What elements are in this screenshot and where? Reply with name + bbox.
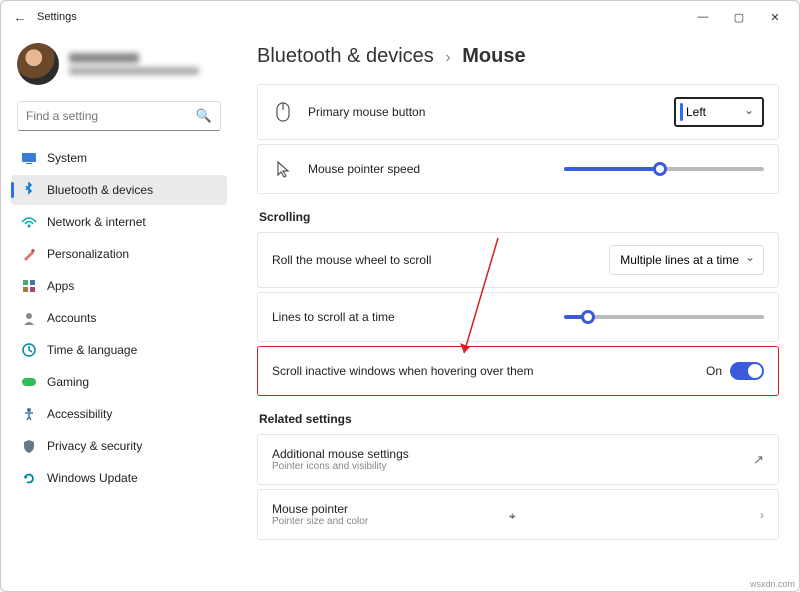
titlebar: ← Settings — ▢ ✕ xyxy=(1,1,799,33)
sidebar-item-label: Personalization xyxy=(47,247,129,261)
sidebar-item-update[interactable]: Windows Update xyxy=(11,463,227,493)
mouse-pointer-label: Mouse pointer xyxy=(272,502,368,516)
additional-mouse-settings-row[interactable]: Additional mouse settings Pointer icons … xyxy=(257,434,779,485)
sidebar-item-label: Accounts xyxy=(47,311,96,325)
personalization-icon xyxy=(21,246,37,262)
additional-sub: Pointer icons and visibility xyxy=(272,461,409,472)
sidebar-item-gaming[interactable]: Gaming xyxy=(11,367,227,397)
network-icon xyxy=(21,214,37,230)
maximize-button[interactable]: ▢ xyxy=(721,4,757,30)
external-link-icon: ↗ xyxy=(753,452,764,468)
sidebar-item-bluetooth[interactable]: Bluetooth & devices xyxy=(11,175,227,205)
search-icon: 🔍 xyxy=(196,108,212,124)
sidebar-item-accessibility[interactable]: Accessibility xyxy=(11,399,227,429)
scroll-inactive-label: Scroll inactive windows when hovering ov… xyxy=(272,364,533,378)
window-controls: — ▢ ✕ xyxy=(685,4,793,30)
mouse-icon xyxy=(272,102,294,122)
accessibility-icon xyxy=(21,406,37,422)
lines-label: Lines to scroll at a time xyxy=(272,310,395,324)
settings-window: ← Settings — ▢ ✕ 🔍 Syst xyxy=(0,0,800,592)
time-icon xyxy=(21,342,37,358)
privacy-icon xyxy=(21,438,37,454)
sidebar-item-label: Time & language xyxy=(47,343,137,357)
sidebar-item-label: Apps xyxy=(47,279,74,293)
cursor-icon xyxy=(272,160,294,178)
sidebar-item-system[interactable]: System xyxy=(11,143,227,173)
chevron-right-icon: › xyxy=(760,508,764,522)
roll-wheel-label: Roll the mouse wheel to scroll xyxy=(272,253,431,267)
toggle-state-label: On xyxy=(706,364,722,378)
primary-button-label: Primary mouse button xyxy=(308,105,425,119)
sidebar-item-label: Privacy & security xyxy=(47,439,142,453)
mouse-pointer-row[interactable]: Mouse pointer Pointer size and color › xyxy=(257,489,779,540)
sidebar-item-personalization[interactable]: Personalization xyxy=(11,239,227,269)
pointer-speed-label: Mouse pointer speed xyxy=(308,162,420,176)
roll-wheel-row: Roll the mouse wheel to scroll Multiple … xyxy=(257,232,779,288)
nav: System Bluetooth & devices Network & int… xyxy=(11,143,227,493)
profile-text xyxy=(69,53,199,75)
roll-wheel-select[interactable]: Multiple lines at a time xyxy=(609,245,764,275)
sidebar-item-label: Bluetooth & devices xyxy=(47,183,153,197)
sidebar-item-network[interactable]: Network & internet xyxy=(11,207,227,237)
breadcrumb-current: Mouse xyxy=(462,45,525,67)
breadcrumb-parent[interactable]: Bluetooth & devices xyxy=(257,45,434,67)
mouse-pointer-sub: Pointer size and color xyxy=(272,516,368,527)
related-section-header: Related settings xyxy=(259,412,779,426)
sidebar-item-label: Accessibility xyxy=(47,407,112,421)
apps-icon xyxy=(21,278,37,294)
sidebar-item-privacy[interactable]: Privacy & security xyxy=(11,431,227,461)
primary-mouse-button-row: Primary mouse button Left xyxy=(257,84,779,140)
watermark: wsxdn.com xyxy=(750,579,795,589)
sidebar-item-label: Windows Update xyxy=(47,471,138,485)
back-button[interactable]: ← xyxy=(7,4,33,30)
profile[interactable] xyxy=(11,39,227,97)
minimize-button[interactable]: — xyxy=(685,4,721,30)
sidebar: 🔍 System Bluetooth & devices Network & i… xyxy=(1,33,237,591)
update-icon xyxy=(21,470,37,486)
chevron-right-icon: › xyxy=(445,49,450,66)
sidebar-item-label: System xyxy=(47,151,87,165)
system-icon xyxy=(21,150,37,166)
bluetooth-icon xyxy=(21,182,37,198)
scroll-inactive-toggle[interactable] xyxy=(730,362,764,380)
scrolling-section-header: Scrolling xyxy=(259,210,779,224)
sidebar-item-accounts[interactable]: Accounts xyxy=(11,303,227,333)
avatar xyxy=(17,43,59,85)
sidebar-item-label: Network & internet xyxy=(47,215,146,229)
breadcrumb: Bluetooth & devices › Mouse xyxy=(257,45,779,68)
sidebar-item-time[interactable]: Time & language xyxy=(11,335,227,365)
sidebar-item-label: Gaming xyxy=(47,375,89,389)
gaming-icon xyxy=(21,374,37,390)
pointer-speed-slider[interactable] xyxy=(564,167,764,171)
pointer-speed-row: Mouse pointer speed xyxy=(257,144,779,194)
content: Bluetooth & devices › Mouse Primary mous… xyxy=(237,33,799,591)
lines-at-a-time-row: Lines to scroll at a time xyxy=(257,292,779,342)
primary-button-select[interactable]: Left xyxy=(674,97,764,127)
lines-slider[interactable] xyxy=(564,315,764,319)
search-box[interactable]: 🔍 xyxy=(17,101,221,131)
sidebar-item-apps[interactable]: Apps xyxy=(11,271,227,301)
search-input[interactable] xyxy=(26,109,196,123)
accounts-icon xyxy=(21,310,37,326)
close-button[interactable]: ✕ xyxy=(757,4,793,30)
additional-label: Additional mouse settings xyxy=(272,447,409,461)
scroll-inactive-row: Scroll inactive windows when hovering ov… xyxy=(257,346,779,396)
window-title: Settings xyxy=(37,11,77,23)
